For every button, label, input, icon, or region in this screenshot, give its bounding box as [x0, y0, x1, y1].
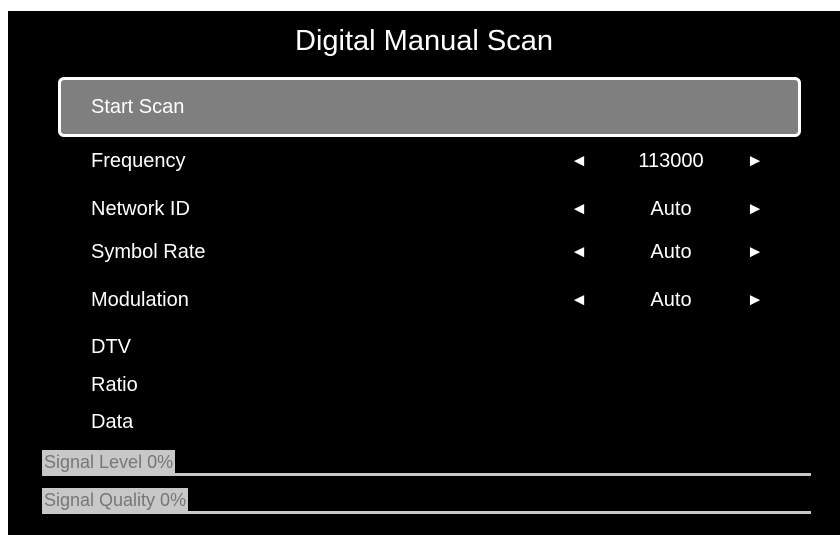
setting-row-network-id[interactable]: Network ID ◄ Auto ►	[8, 192, 840, 226]
setting-row-modulation[interactable]: Modulation ◄ Auto ►	[8, 283, 840, 317]
modulation-value: Auto	[650, 289, 692, 311]
triangle-right-icon[interactable]: ►	[745, 192, 765, 226]
modulation-label: Modulation	[91, 289, 189, 311]
signal-quality-label: Signal Quality 0%	[42, 488, 189, 512]
signal-quality-track	[42, 511, 811, 514]
signal-level-meter: Signal Level 0%	[42, 450, 832, 476]
symbol-rate-value: Auto	[650, 241, 692, 263]
frequency-label: Frequency	[91, 150, 186, 172]
network-id-value: Auto	[650, 198, 692, 220]
triangle-left-icon[interactable]: ◄	[569, 235, 589, 269]
triangle-right-icon[interactable]: ►	[745, 144, 765, 178]
triangle-right-icon[interactable]: ►	[745, 235, 765, 269]
triangle-left-icon[interactable]: ◄	[569, 144, 589, 178]
setting-row-symbol-rate[interactable]: Symbol Rate ◄ Auto ►	[8, 235, 840, 269]
triangle-left-icon[interactable]: ◄	[569, 192, 589, 226]
symbol-rate-label: Symbol Rate	[91, 241, 206, 263]
triangle-left-icon[interactable]: ◄	[569, 283, 589, 317]
signal-level-track	[42, 473, 811, 476]
start-scan-button[interactable]: Start Scan	[58, 77, 801, 137]
signal-quality-meter: Signal Quality 0%	[42, 488, 832, 514]
data-label: Data	[91, 411, 134, 433]
setting-row-frequency[interactable]: Frequency ◄ 113000 ►	[8, 144, 840, 178]
frequency-value: 113000	[638, 150, 704, 172]
ratio-label: Ratio	[91, 374, 138, 396]
triangle-right-icon[interactable]: ►	[745, 283, 765, 317]
start-scan-label: Start Scan	[91, 96, 185, 118]
network-id-label: Network ID	[91, 198, 190, 220]
dtv-label: DTV	[91, 336, 131, 358]
signal-level-label: Signal Level 0%	[42, 450, 176, 474]
page-title: Digital Manual Scan	[295, 25, 553, 57]
